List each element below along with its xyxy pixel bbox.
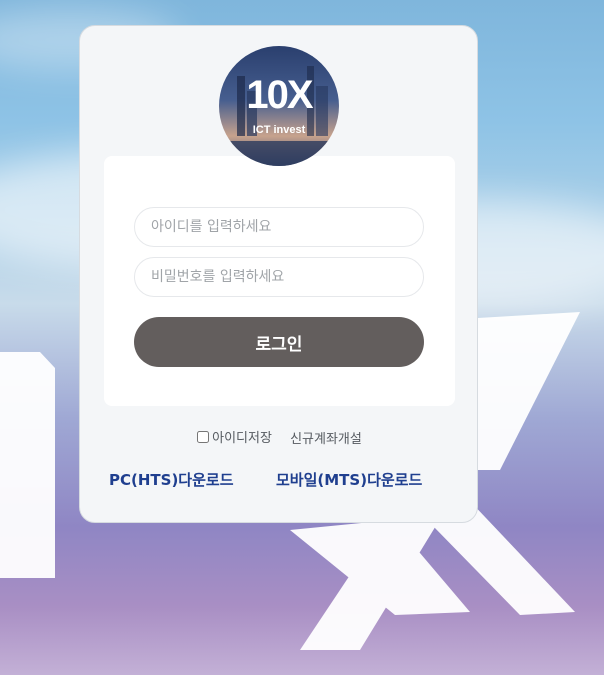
save-id-option[interactable]: 아이디저장 [197, 427, 272, 446]
save-id-checkbox[interactable] [197, 430, 210, 443]
login-button[interactable]: 로그인 [134, 317, 424, 367]
open-account-link[interactable]: 신규계좌개설 [290, 432, 362, 447]
pc-hts-download-link[interactable]: PC(HTS)다운로드 [109, 469, 234, 490]
save-id-label: 아이디저장 [212, 431, 272, 446]
mobile-mts-download-link[interactable]: 모바일(MTS)다운로드 [276, 469, 422, 490]
user-id-input[interactable] [134, 207, 424, 247]
login-options: 아이디저장 신규계좌개설 [80, 427, 479, 447]
password-input[interactable] [134, 257, 424, 297]
logo-subtitle: ICT invest [252, 124, 306, 136]
brand-logo: 10X ICT invest [219, 46, 339, 166]
login-card: 10X ICT invest 로그인 아이디저장 신규계좌개설 PC(HTS)다… [79, 25, 478, 523]
logo-mark: 10X [246, 73, 313, 117]
